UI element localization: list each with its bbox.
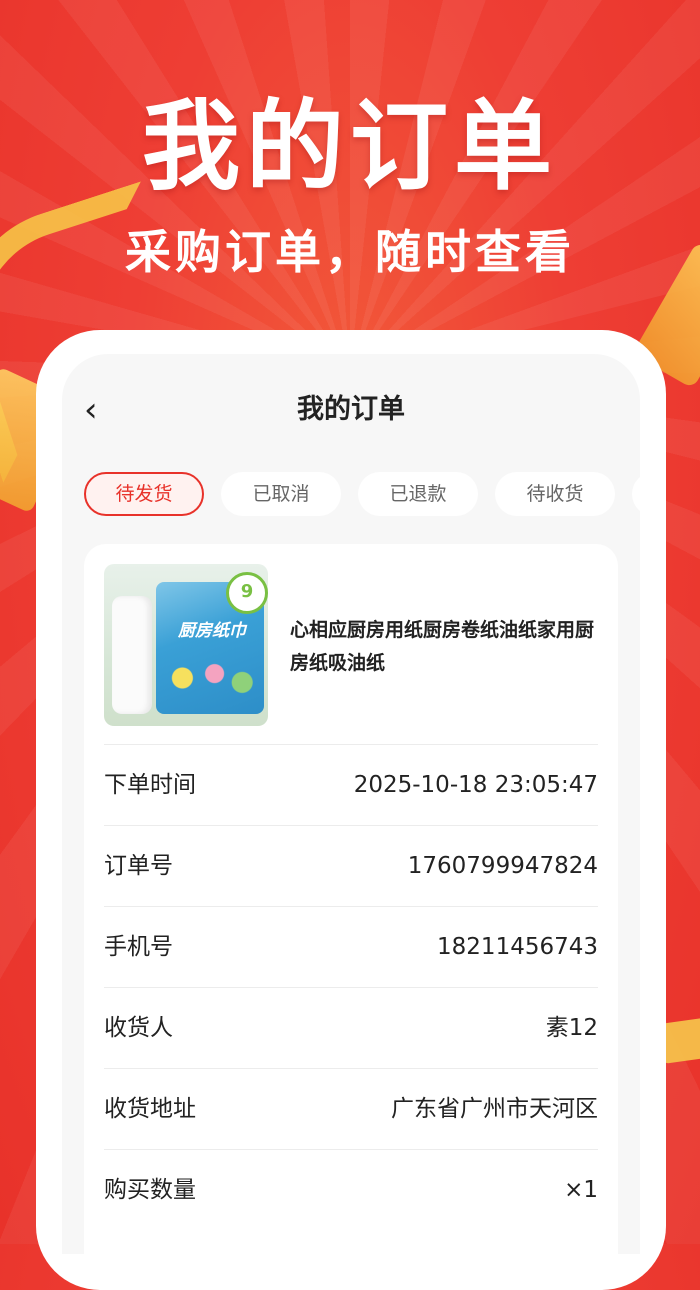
hero-title: 我的订单	[141, 90, 558, 204]
product-image[interactable]: 9 厨房纸巾	[104, 564, 268, 726]
detail-row-recipient: 收货人 素12	[104, 987, 598, 1068]
count-badge: 9	[226, 572, 268, 614]
tab-refunded[interactable]: 已退款	[358, 472, 478, 516]
tab-overflow[interactable]	[632, 472, 640, 516]
detail-value: 18211456743	[437, 934, 598, 960]
detail-row-order-time: 下单时间 2025-10-18 23:05:47	[104, 744, 598, 825]
detail-row-address: 收货地址 广东省广州市天河区	[104, 1068, 598, 1149]
app-screen: ‹ 我的订单 待发货 已取消 已退款 待收货 9 厨房纸巾 心相应厨房用纸厨房卷…	[62, 354, 640, 1254]
detail-row-order-number: 订单号 1760799947824	[104, 825, 598, 906]
detail-label: 收货人	[104, 1015, 173, 1041]
paper-roll-graphic	[112, 596, 152, 714]
detail-label: 手机号	[104, 934, 173, 960]
tab-cancelled[interactable]: 已取消	[221, 472, 341, 516]
detail-label: 购买数量	[104, 1177, 196, 1203]
order-detail-list: 下单时间 2025-10-18 23:05:47 订单号 17607999478…	[104, 744, 598, 1230]
detail-value: 2025-10-18 23:05:47	[353, 772, 598, 798]
detail-row-phone: 手机号 18211456743	[104, 906, 598, 987]
product-title[interactable]: 心相应厨房用纸厨房卷纸油纸家用厨房纸吸油纸	[290, 614, 600, 680]
product-summary[interactable]: 9 厨房纸巾 心相应厨房用纸厨房卷纸油纸家用厨房纸吸油纸	[104, 564, 598, 726]
detail-label: 下单时间	[104, 772, 196, 798]
order-status-tabs: 待发货 已取消 已退款 待收货	[84, 472, 640, 518]
detail-value: 1760799947824	[407, 853, 598, 879]
hero-subtitle: 采购订单，随时查看	[125, 225, 575, 279]
order-card[interactable]: 9 厨房纸巾 心相应厨房用纸厨房卷纸油纸家用厨房纸吸油纸 下单时间 2025-1…	[84, 544, 618, 1254]
package-label: 厨房纸巾	[178, 621, 246, 641]
detail-label: 收货地址	[104, 1096, 196, 1122]
detail-value: 广东省广州市天河区	[391, 1096, 598, 1122]
detail-label: 订单号	[104, 853, 173, 879]
detail-value: 素12	[545, 1015, 598, 1041]
page-title: 我的订单	[297, 394, 405, 425]
tab-pending-shipment[interactable]: 待发货	[84, 472, 204, 516]
navigation-bar: ‹ 我的订单	[62, 382, 640, 438]
detail-row-quantity: 购买数量 ×1	[104, 1149, 598, 1230]
detail-value: ×1	[564, 1177, 598, 1203]
tab-pending-receipt[interactable]: 待收货	[495, 472, 615, 516]
flower-decoration	[164, 656, 256, 700]
